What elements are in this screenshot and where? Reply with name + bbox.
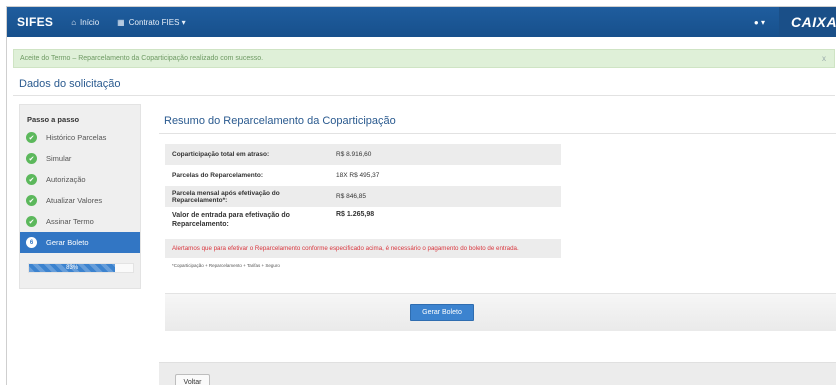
close-icon[interactable]: x bbox=[822, 50, 826, 67]
summary-value: R$ 1.265,98 bbox=[336, 211, 375, 218]
step-number-badge: 6 bbox=[26, 237, 37, 248]
footer-panel bbox=[159, 362, 836, 385]
caixa-logo: CAIXA bbox=[779, 7, 836, 37]
brand-name[interactable]: SIFES bbox=[17, 15, 53, 29]
sidebar-item-historico[interactable]: ✔ Histórico Parcelas bbox=[20, 127, 140, 148]
step-label: Autorização bbox=[46, 175, 86, 184]
check-icon: ✔ bbox=[26, 195, 37, 206]
summary-label: Coparticipação total em atraso: bbox=[172, 151, 270, 158]
summary-table: Coparticipação total em atraso: R$ 8.916… bbox=[165, 144, 561, 231]
user-menu-caret: ▾ bbox=[760, 17, 765, 27]
check-icon: ✔ bbox=[26, 153, 37, 164]
success-alert: Aceite do Termo – Reparcelamento da Copa… bbox=[13, 49, 835, 68]
check-icon: ✔ bbox=[26, 216, 37, 227]
summary-value: R$ 8.916,60 bbox=[336, 151, 372, 158]
summary-row: Parcela mensal após efetivação do Reparc… bbox=[165, 186, 561, 207]
sidebar-item-gerar-boleto[interactable]: 6 Gerar Boleto bbox=[20, 232, 140, 253]
user-menu[interactable]: ● ▾ bbox=[754, 18, 765, 27]
footnote: *Coparticipação + Reparcelamento + Tarif… bbox=[172, 263, 280, 268]
back-button[interactable]: Voltar bbox=[175, 374, 210, 385]
user-icon: ● bbox=[753, 17, 759, 27]
alert-message: Aceite do Termo – Reparcelamento da Copa… bbox=[20, 55, 264, 62]
logo-text: CAIXA bbox=[791, 14, 836, 30]
step-label: Histórico Parcelas bbox=[46, 133, 107, 142]
sidebar-item-assinar[interactable]: ✔ Assinar Termo bbox=[20, 211, 140, 232]
sidebar-heading: Passo a passo bbox=[27, 115, 80, 124]
step-label: Gerar Boleto bbox=[46, 238, 89, 247]
summary-value: 18X R$ 495,37 bbox=[336, 172, 380, 179]
app-window: SIFES ⌂ Início ▦ Contrato FIES ▾ ● ▾ CAI… bbox=[6, 6, 836, 385]
sidebar-item-autorizacao[interactable]: ✔ Autorização bbox=[20, 169, 140, 190]
grid-icon: ▦ bbox=[117, 17, 125, 27]
home-icon: ⌂ bbox=[71, 17, 77, 27]
step-sidebar: Passo a passo ✔ Histórico Parcelas ✔ Sim… bbox=[19, 104, 141, 289]
step-label: Atualizar Valores bbox=[46, 196, 103, 205]
summary-row: Parcelas do Reparcelamento: 18X R$ 495,3… bbox=[165, 165, 561, 186]
page-title: Dados do solicitação bbox=[19, 78, 121, 90]
nav-contract-label: Contrato FIES ▾ bbox=[128, 17, 186, 27]
generate-boleto-button[interactable]: Gerar Boleto bbox=[410, 304, 474, 321]
action-panel bbox=[165, 293, 836, 331]
summary-label: Parcela mensal após efetivação do Reparc… bbox=[172, 189, 280, 204]
summary-label: Parcelas do Reparcelamento: bbox=[172, 172, 264, 179]
summary-title: Resumo do Reparcelamento da Coparticipaç… bbox=[164, 115, 396, 127]
summary-value: R$ 846,85 bbox=[336, 193, 366, 200]
sidebar-item-simular[interactable]: ✔ Simular bbox=[20, 148, 140, 169]
divider bbox=[159, 133, 836, 134]
top-navbar: SIFES ⌂ Início ▦ Contrato FIES ▾ ● ▾ CAI… bbox=[7, 7, 836, 37]
navbar-right: ● ▾ CAIXA bbox=[754, 7, 836, 37]
progress-fill: 83% bbox=[29, 264, 116, 272]
summary-row: Coparticipação total em atraso: R$ 8.916… bbox=[165, 144, 561, 165]
step-label: Assinar Termo bbox=[46, 217, 94, 226]
nav-contract-menu[interactable]: ▦ Contrato FIES ▾ bbox=[117, 18, 186, 27]
nav-home-label: Início bbox=[80, 17, 100, 27]
summary-label: Valor de entrada para efetivação do Repa… bbox=[172, 212, 290, 228]
warning-message: Alertamos que para efetivar o Reparcelam… bbox=[165, 239, 561, 258]
check-icon: ✔ bbox=[26, 132, 37, 143]
divider bbox=[13, 95, 835, 96]
step-label: Simular bbox=[46, 154, 72, 163]
nav-home[interactable]: ⌂ Início bbox=[71, 18, 99, 27]
sidebar-item-atualizar[interactable]: ✔ Atualizar Valores bbox=[20, 190, 140, 211]
check-icon: ✔ bbox=[26, 174, 37, 185]
summary-row: Valor de entrada para efetivação do Repa… bbox=[165, 207, 561, 231]
progress-bar: 83% bbox=[28, 263, 134, 273]
